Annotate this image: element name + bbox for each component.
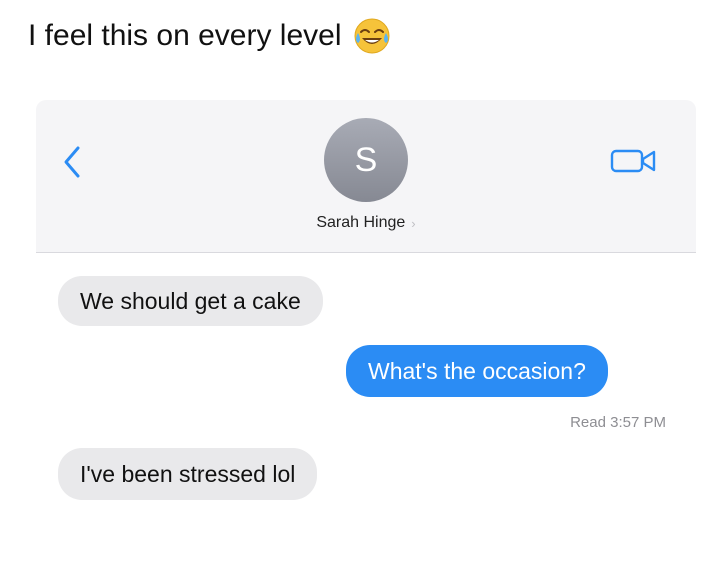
post-caption: I feel this on every level xyxy=(28,10,392,62)
caption-text: I feel this on every level xyxy=(28,19,342,52)
read-time: 3:57 PM xyxy=(610,414,666,431)
read-receipt: Read 3:57 PM xyxy=(570,414,666,431)
message-text: I've been stressed lol xyxy=(80,461,296,487)
message-bubble-outgoing[interactable]: What's the occasion? xyxy=(346,345,608,397)
conversation-header: S Sarah Hinge › xyxy=(36,100,696,253)
chevron-right-icon: › xyxy=(411,215,416,231)
message-text: We should get a cake xyxy=(80,288,301,314)
contact-name-button[interactable]: Sarah Hinge › xyxy=(36,214,696,232)
contact-avatar[interactable]: S xyxy=(324,118,408,202)
avatar-initial: S xyxy=(354,140,378,179)
message-text: What's the occasion? xyxy=(368,358,586,384)
chevron-left-icon[interactable] xyxy=(58,144,86,180)
message-bubble-incoming[interactable]: I've been stressed lol xyxy=(58,448,318,500)
video-camera-icon[interactable] xyxy=(606,146,662,176)
tears-of-joy-emoji-icon xyxy=(354,18,389,54)
read-label: Read xyxy=(570,414,606,431)
message-bubble-incoming[interactable]: We should get a cake xyxy=(58,276,323,326)
contact-name: Sarah Hinge xyxy=(316,214,406,231)
imessage-screenshot: S Sarah Hinge › We should get a cake Wha… xyxy=(36,100,696,550)
